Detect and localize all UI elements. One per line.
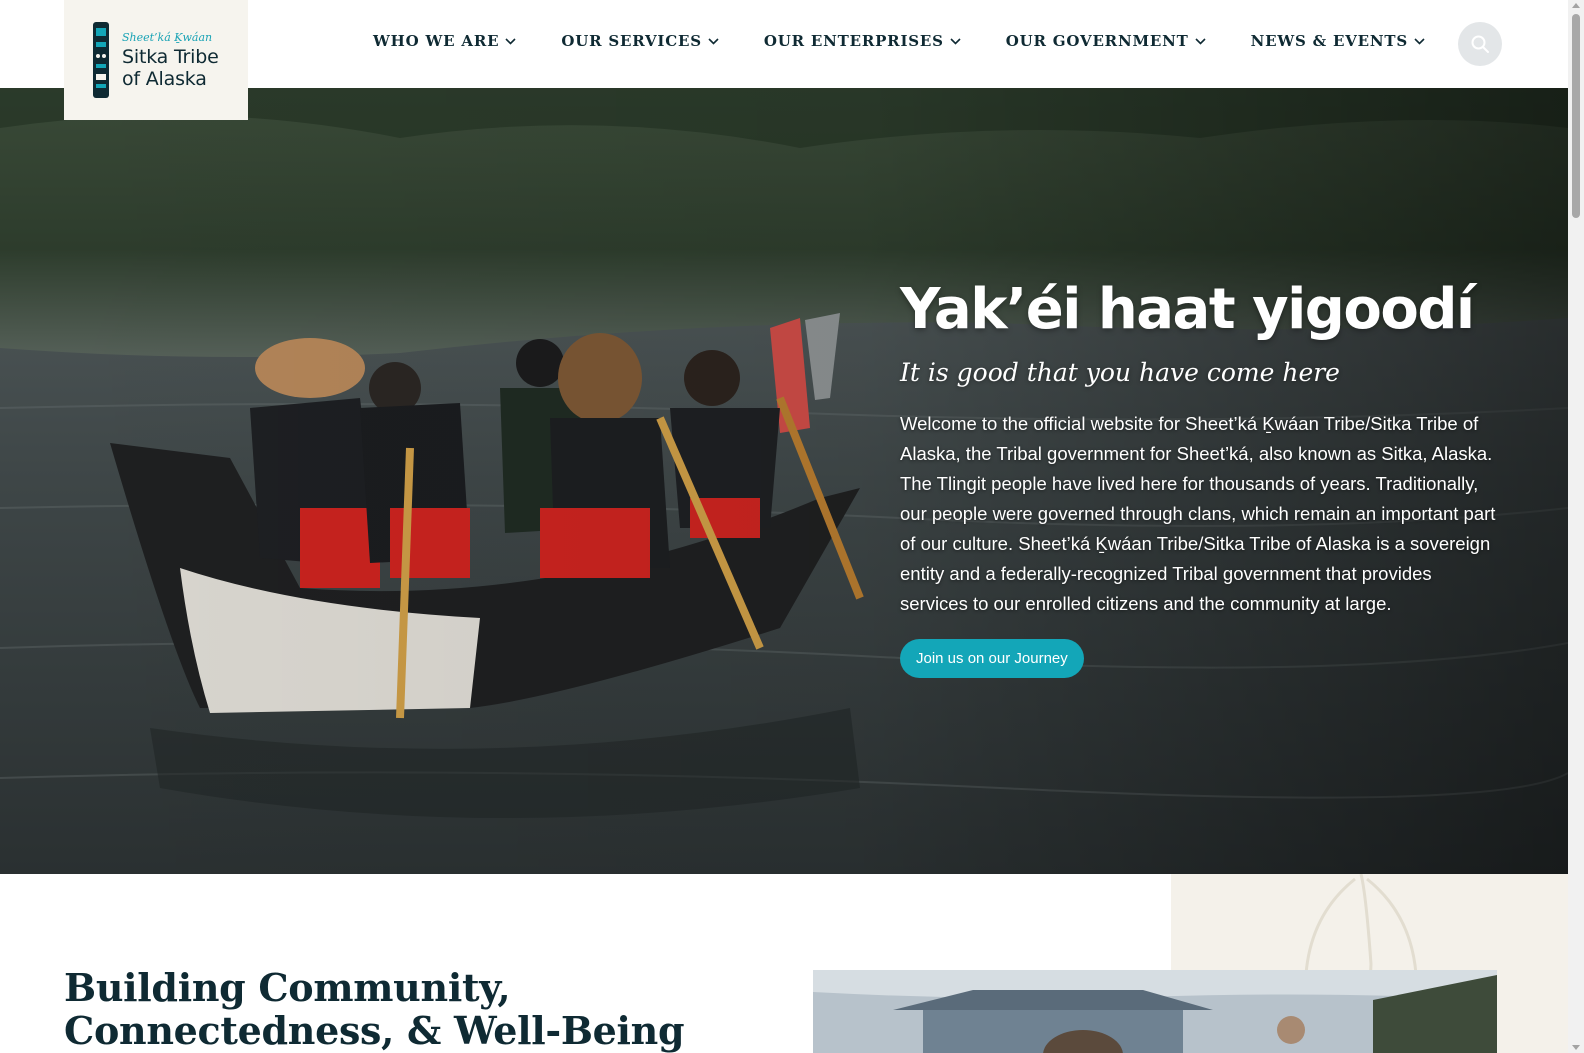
nav-item-label: OUR ENTERPRISES	[763, 32, 944, 50]
page-scrollbar[interactable]	[1568, 0, 1584, 1053]
hero-subtitle: It is good that you have come here	[900, 358, 1340, 387]
chevron-down-icon	[708, 37, 719, 45]
nav-item-our-enterprises[interactable]: OUR ENTERPRISES	[764, 32, 961, 50]
main-nav: WHO WE ARE OUR SERVICES OUR ENTERPRISES …	[373, 32, 1470, 50]
nav-item-label: WHO WE ARE	[373, 32, 500, 50]
site-logo[interactable]: Sheet’ká Ḵwáan Sitka Tribe of Alaska	[64, 0, 248, 120]
section-title: Building Community, Connectedness, & Wel…	[64, 965, 685, 1053]
chevron-down-icon	[505, 37, 516, 45]
hero-title: Yak’éi haat yigoodí	[900, 277, 1475, 342]
join-journey-button[interactable]: Join us on our Journey	[900, 639, 1084, 678]
hero-section: Yak’éi haat yigoodí It is good that you …	[0, 88, 1568, 874]
logo-subtitle: Sheet’ká Ḵwáan	[122, 30, 213, 44]
nav-item-label: OUR SERVICES	[561, 32, 702, 50]
search-icon	[1471, 35, 1489, 53]
nav-item-news-events[interactable]: NEWS & EVENTS	[1251, 32, 1425, 50]
community-section: Building Community, Connectedness, & Wel…	[0, 874, 1568, 1053]
nav-item-our-services[interactable]: OUR SERVICES	[561, 32, 719, 50]
section-title-line1: Building Community,	[64, 965, 511, 1010]
scroll-up-arrow-icon[interactable]	[1572, 3, 1580, 8]
nav-item-label: NEWS & EVENTS	[1250, 32, 1408, 50]
totem-pole-icon	[93, 22, 109, 98]
chevron-down-icon	[1414, 37, 1425, 45]
community-photo	[813, 970, 1497, 1053]
section-title-line2: Connectedness, & Well-Being	[64, 1008, 685, 1053]
chevron-down-icon	[950, 37, 961, 45]
nav-item-who-we-are[interactable]: WHO WE ARE	[373, 32, 516, 50]
logo-title-line1: Sitka Tribe	[122, 45, 219, 68]
nav-item-our-government[interactable]: OUR GOVERNMENT	[1006, 32, 1206, 50]
scrollbar-thumb[interactable]	[1572, 14, 1580, 218]
hero-content: Yak’éi haat yigoodí It is good that you …	[900, 278, 1500, 678]
hero-body-text: Welcome to the official website for Shee…	[900, 413, 1496, 614]
scroll-down-arrow-icon[interactable]	[1572, 1045, 1580, 1050]
chevron-down-icon	[1195, 37, 1206, 45]
logo-text: Sheet’ká Ḵwáan Sitka Tribe of Alaska	[122, 31, 219, 90]
search-button[interactable]	[1458, 22, 1502, 66]
nav-item-label: OUR GOVERNMENT	[1005, 32, 1189, 50]
logo-title-line2: of Alaska	[122, 67, 207, 90]
